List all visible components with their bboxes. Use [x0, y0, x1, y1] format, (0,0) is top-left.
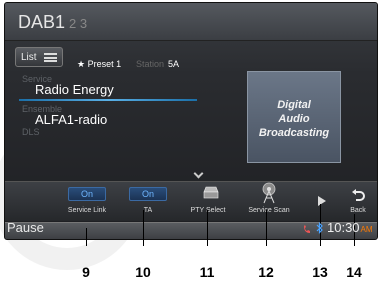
title-pages: 2 3 — [69, 16, 88, 31]
ensemble-value: ALFA1-radio — [35, 112, 108, 127]
page-title: DAB1 2 3 — [18, 12, 87, 33]
station-info: Station 5A — [136, 59, 179, 69]
playback-status: Pause — [7, 220, 44, 235]
back-label: Back — [350, 207, 366, 214]
back-icon[interactable] — [350, 188, 366, 204]
station-label: Station — [136, 59, 165, 69]
pty-select-icon[interactable] — [203, 186, 219, 199]
logo-line-3: Broadcasting — [258, 127, 330, 139]
chevron-down-icon[interactable] — [193, 168, 204, 179]
pty-select-label: PTY Select — [190, 207, 226, 214]
service-link-label: Service Link — [67, 207, 107, 214]
dab-logo: Digital Audio Broadcasting — [247, 71, 341, 163]
callout-number: 11 — [199, 264, 215, 280]
phone-status-icon — [304, 225, 310, 233]
bluetooth-icon — [316, 222, 323, 234]
clock-time: 10:30 — [327, 220, 360, 235]
callout-number: 12 — [258, 264, 274, 280]
service-scan-icon[interactable] — [260, 182, 278, 204]
callout-number: 10 — [135, 264, 151, 280]
title-text: DAB1 — [18, 12, 66, 32]
list-icon — [44, 53, 57, 62]
service-value: Radio Energy — [35, 82, 114, 97]
clock: 10:30AM — [327, 220, 373, 235]
list-button-label: List — [21, 52, 37, 63]
service-link-toggle[interactable]: On — [68, 187, 106, 201]
callout-number: 13 — [312, 264, 328, 280]
logo-line-1: Digital — [277, 99, 311, 111]
callout-number: 9 — [82, 264, 90, 280]
dab-screen: DAB1 2 3 List ★ Preset 1 Station 5A Servic… — [4, 2, 378, 240]
station-value: 5A — [168, 59, 180, 69]
dls-label: DLS — [22, 127, 40, 137]
service-scan-label: Service Scan — [248, 207, 290, 214]
callout-line-9 — [86, 228, 87, 246]
callout-line-10 — [143, 210, 144, 246]
list-button[interactable]: List — [15, 47, 63, 67]
preset-label: ★ Preset 1 — [77, 59, 122, 69]
callout-line-12 — [266, 210, 267, 246]
callout-line-11 — [207, 210, 208, 246]
callout-number: 14 — [346, 264, 362, 280]
top-bar: DAB1 2 3 — [5, 3, 377, 41]
logo-line-2: Audio — [278, 113, 310, 125]
service-underline — [19, 99, 197, 101]
ta-toggle[interactable]: On — [129, 187, 167, 201]
clock-ampm: AM — [360, 225, 373, 234]
ta-label: TA — [143, 207, 153, 214]
